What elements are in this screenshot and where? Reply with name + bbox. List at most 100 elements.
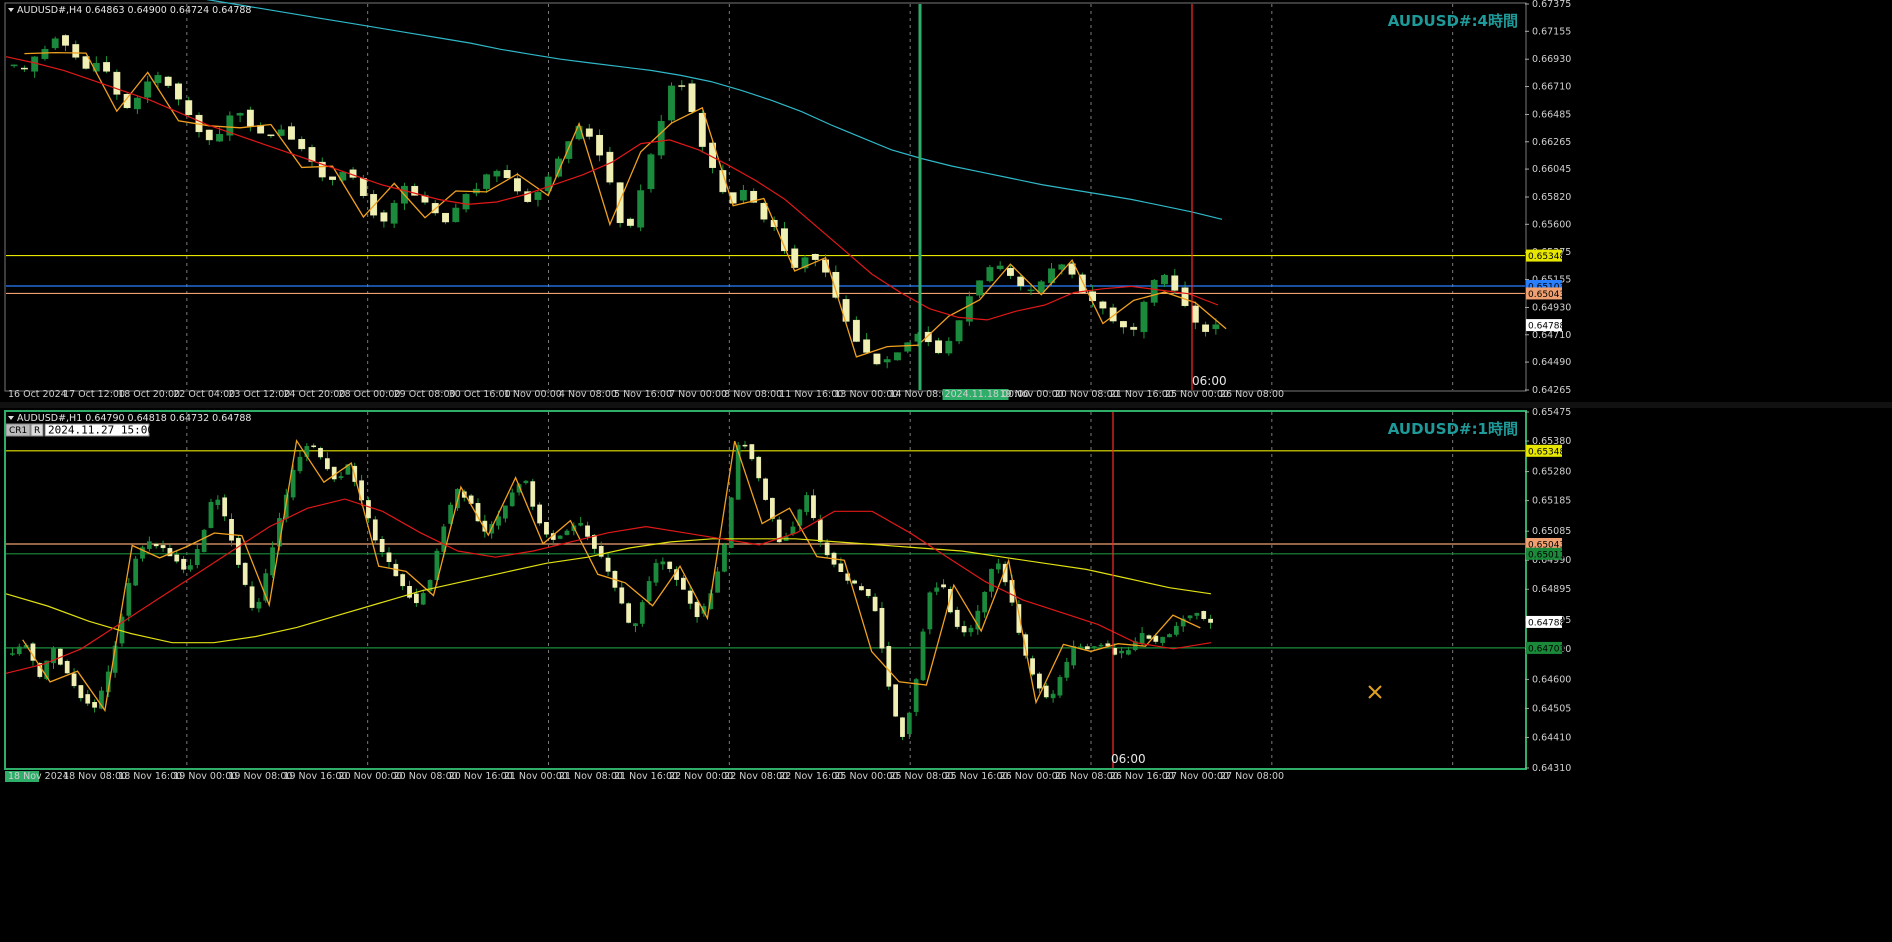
candle-body [298, 139, 306, 150]
candle-body [153, 543, 159, 547]
candle-body [452, 207, 460, 223]
candle-body [215, 499, 221, 505]
x-tick-label: 27 Nov 08:00 [1220, 771, 1284, 782]
candle-body [1171, 275, 1179, 291]
candle-body [687, 590, 693, 604]
y-tick-label: 0.67155 [1532, 26, 1571, 37]
candle-body [72, 44, 80, 58]
candle-body [955, 320, 963, 342]
candle-body [133, 558, 139, 586]
candle-body [722, 544, 727, 572]
y-tick-label: 0.65085 [1532, 526, 1571, 537]
price-level-tag-text: 0.65043 [1528, 290, 1565, 300]
price-level-tag: 0.65348 [1526, 249, 1565, 262]
candle-body [995, 563, 1001, 570]
candle-body [678, 85, 686, 87]
candle-body [509, 492, 515, 507]
candle-body [420, 593, 426, 605]
candle-body [941, 584, 946, 588]
candle-body [1098, 644, 1104, 647]
candle-body [372, 519, 378, 541]
candle-body [619, 587, 625, 604]
price-level-tag-text: 0.64703 [1528, 644, 1565, 654]
x-tick-label: 7 Nov 00:00 [669, 389, 727, 400]
candle-body [201, 529, 207, 553]
candle-body [222, 497, 228, 517]
candle-body [256, 601, 262, 609]
candle-body [1071, 646, 1077, 666]
current-price-tag-text: 0.64788 [1528, 322, 1565, 332]
candle-body [400, 574, 406, 587]
y-tick-label: 0.65185 [1532, 496, 1571, 507]
candle-body [1140, 301, 1148, 333]
candle-body [945, 340, 953, 354]
candle-body [181, 558, 186, 570]
y-tick-label: 0.65280 [1532, 467, 1571, 478]
candle-body [64, 661, 70, 674]
candle-body [188, 565, 193, 570]
candle-body [1173, 625, 1179, 635]
ma-cyan-line [205, 0, 1223, 220]
pane-divider[interactable] [0, 402, 1892, 408]
candle-body [681, 577, 686, 590]
candle-body [1150, 279, 1158, 303]
candle-body [596, 134, 604, 156]
candle-body [863, 339, 871, 353]
candle-body [523, 480, 529, 484]
y-tick-label: 0.64505 [1532, 703, 1571, 714]
candle-body [986, 267, 994, 282]
price-level-tag: 0.65043 [1526, 287, 1565, 300]
candle-body [1139, 632, 1145, 644]
crosshair-box[interactable]: CR1 R 2024.11.27 15:00 [5, 423, 154, 437]
candle-body [413, 593, 419, 604]
x-tick-label: 17 Oct 12:00 [63, 389, 125, 400]
candle-body [934, 587, 940, 592]
candle-body [811, 495, 816, 519]
y-tick-label: 0.64895 [1532, 584, 1571, 595]
cursor-time-label: 06:00 [1111, 752, 1146, 766]
candle-body [657, 120, 665, 156]
candle-body [698, 112, 706, 147]
y-axis: 0.654750.653800.652800.651850.650850.649… [1525, 407, 1571, 774]
pane-h4[interactable]: 0.67375 0.67155 0.66930 0.66710 0.66485 0.662… [4, 0, 1571, 400]
candle-body [756, 456, 762, 479]
candle-body [318, 448, 323, 458]
y-tick-label: 0.65475 [1532, 407, 1571, 418]
candle-body [1130, 326, 1138, 330]
candles [10, 440, 1213, 741]
price-level-tag: 0.65011 [1526, 547, 1565, 560]
collapse-icon[interactable] [8, 416, 14, 420]
ma-red-line [5, 56, 1219, 321]
candle-body [1126, 650, 1131, 655]
candle-body [442, 212, 449, 223]
candle-body [194, 549, 200, 565]
current-price-tag-text: 0.64788 [1528, 618, 1565, 628]
candle-body [1201, 611, 1207, 619]
x-tick-label: 4 Nov 08:00 [559, 389, 617, 400]
candle-body [246, 109, 254, 127]
candle-body [920, 631, 926, 681]
candle-body [824, 542, 830, 556]
y-tick-label: 0.65820 [1532, 192, 1571, 203]
chart-canvas[interactable]: 0.67375 0.67155 0.66930 0.66710 0.66485 0.662… [0, 0, 1892, 942]
candle-body [1160, 636, 1166, 643]
candle-body [906, 712, 912, 735]
candles [10, 34, 1220, 369]
candle-body [1037, 673, 1042, 689]
x-tick-label: 18 Oct 20:00 [118, 389, 180, 400]
r-button-label: R [34, 426, 40, 436]
collapse-icon[interactable] [8, 8, 14, 12]
candle-body [544, 521, 549, 535]
candle-body [85, 694, 91, 704]
candle-body [893, 684, 899, 717]
candle-body [1212, 324, 1220, 330]
y-tick-label: 0.64410 [1532, 732, 1571, 743]
candle-body [961, 626, 967, 633]
candle-body [626, 218, 634, 226]
y-tick-label: 0.64600 [1532, 674, 1571, 685]
candle-body [329, 176, 336, 180]
candle-body [742, 444, 748, 447]
candle-body [996, 265, 1004, 269]
pane-h1[interactable]: 0.654750.653800.652800.651850.650850.649… [4, 407, 1571, 782]
candle-body [852, 319, 860, 342]
